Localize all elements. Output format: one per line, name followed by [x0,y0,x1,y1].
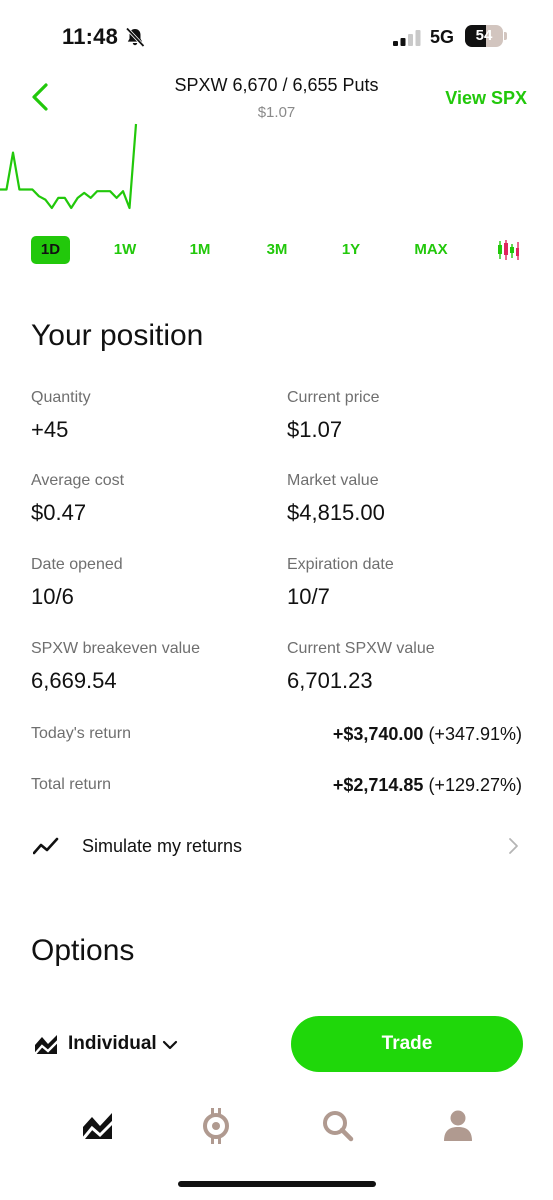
chevron-down-icon [162,1040,178,1050]
status-bar: 11:48 5G 54 [0,0,553,72]
todays-return-value: +$3,740.00 (+347.91%) [333,724,522,745]
candlestick-chart-icon[interactable] [496,238,520,262]
trade-button[interactable]: Trade [291,1016,523,1072]
average-cost-value: $0.47 [31,500,87,525]
position-section-title: Your position [31,319,204,352]
account-label: Individual [68,1033,157,1054]
range-tabs: 1D 1W 1M 3M 1Y MAX [0,236,553,266]
bell-muted-icon [125,27,145,48]
network-type: 5G [430,27,455,47]
search-icon[interactable] [320,1105,356,1145]
total-return-percent: (+129.27%) [428,775,522,795]
range-tab-1y[interactable]: 1Y [331,236,371,264]
price-line [0,123,138,210]
current-price-value: $1.07 [287,417,343,442]
todays-return-percent: (+347.91%) [428,724,522,744]
expiration-date-value: 10/7 [287,584,330,609]
account-icon[interactable] [440,1105,476,1145]
expiration-date-label: Expiration date [287,556,394,573]
chevron-right-icon [509,838,518,854]
investing-icon[interactable] [80,1105,116,1145]
bottom-tab-bar [0,1105,553,1155]
range-tab-max[interactable]: MAX [406,236,456,264]
quantity-label: Quantity [31,389,91,406]
total-return-label: Total return [31,776,112,793]
simulate-returns-label: Simulate my returns [82,836,243,856]
view-spx-link[interactable]: View SPX [445,88,527,109]
market-value-value: $4,815.00 [287,500,385,525]
battery-level: 54 [475,27,493,44]
todays-return-label: Today's return [31,725,131,742]
trend-line-icon [33,837,59,855]
crypto-icon[interactable] [198,1105,234,1145]
total-return-amount: +$2,714.85 [332,775,424,795]
current-spxw-value: 6,701.23 [287,668,373,693]
range-tab-1m[interactable]: 1M [180,236,220,264]
breakeven-label: SPXW breakeven value [31,640,200,657]
date-opened-label: Date opened [31,556,123,573]
simulate-returns-row[interactable]: Simulate my returns [0,826,553,868]
price-chart[interactable] [0,118,150,218]
breakeven-value: 6,669.54 [31,668,117,693]
todays-return-amount: +$3,740.00 [332,724,424,744]
cellular-signal-icon [393,30,421,46]
total-return-value: +$2,714.85 (+129.27%) [333,775,522,796]
status-time: 11:48 [62,24,119,49]
options-section-title: Options [31,934,135,967]
current-spxw-label: Current SPXW value [287,640,435,657]
range-tab-1d[interactable]: 1D [31,236,70,264]
date-opened-value: 10/6 [31,584,74,609]
quantity-value: +45 [31,417,69,442]
range-tab-1w[interactable]: 1W [105,236,145,264]
market-value-label: Market value [287,472,379,489]
home-indicator [178,1181,376,1187]
investing-chart-icon [34,1035,59,1055]
range-tab-3m[interactable]: 3M [257,236,297,264]
battery-icon: 54 [465,25,507,47]
average-cost-label: Average cost [31,472,125,489]
current-price-label: Current price [287,389,380,406]
